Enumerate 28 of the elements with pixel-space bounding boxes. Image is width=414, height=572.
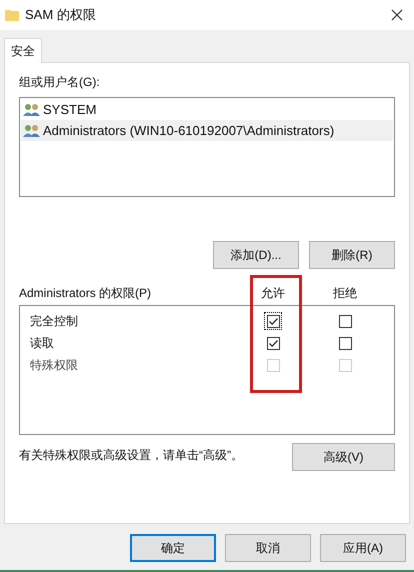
tab[interactable]: 安全 bbox=[4, 38, 42, 63]
dialog-button[interactable]: 取消 bbox=[225, 534, 311, 562]
deny-header: 拒绝 bbox=[332, 285, 358, 302]
dialog-button[interactable]: 应用(A) bbox=[320, 534, 406, 562]
folder-icon bbox=[5, 8, 19, 22]
permission-name: 完全控制 bbox=[29, 313, 79, 330]
checkbox[interactable] bbox=[264, 334, 282, 352]
checkbox[interactable] bbox=[264, 312, 282, 330]
user-item[interactable]: Administrators (WIN10-610192007\Administrators) bbox=[21, 120, 393, 141]
allow-header: 允许 bbox=[260, 285, 286, 302]
user-item[interactable]: SYSTEM bbox=[21, 99, 393, 120]
advanced-hint: 有关特殊权限或高级设置，请单击“高级”。 bbox=[19, 447, 243, 464]
window-title: SAM 的权限 bbox=[25, 6, 96, 24]
list-action-button[interactable]: 添加(D)... bbox=[213, 241, 299, 269]
users-icon bbox=[23, 102, 41, 116]
advanced-button[interactable]: 高级(V) bbox=[292, 443, 395, 471]
dialog-button[interactable]: 确定 bbox=[130, 534, 216, 562]
group-label: 组或用户名(G): bbox=[19, 74, 101, 91]
check-icon bbox=[268, 316, 278, 326]
checkbox[interactable] bbox=[336, 312, 354, 330]
list-action-button[interactable]: 删除(R) bbox=[309, 241, 395, 269]
close-icon[interactable] bbox=[391, 9, 403, 21]
permission-name: 读取 bbox=[29, 335, 55, 352]
permissions-label: Administrators 的权限(P) bbox=[19, 285, 152, 302]
permission-name: 特殊权限 bbox=[29, 357, 79, 374]
checkbox[interactable] bbox=[336, 334, 354, 352]
users-icon bbox=[23, 124, 41, 138]
check-icon bbox=[268, 338, 278, 348]
